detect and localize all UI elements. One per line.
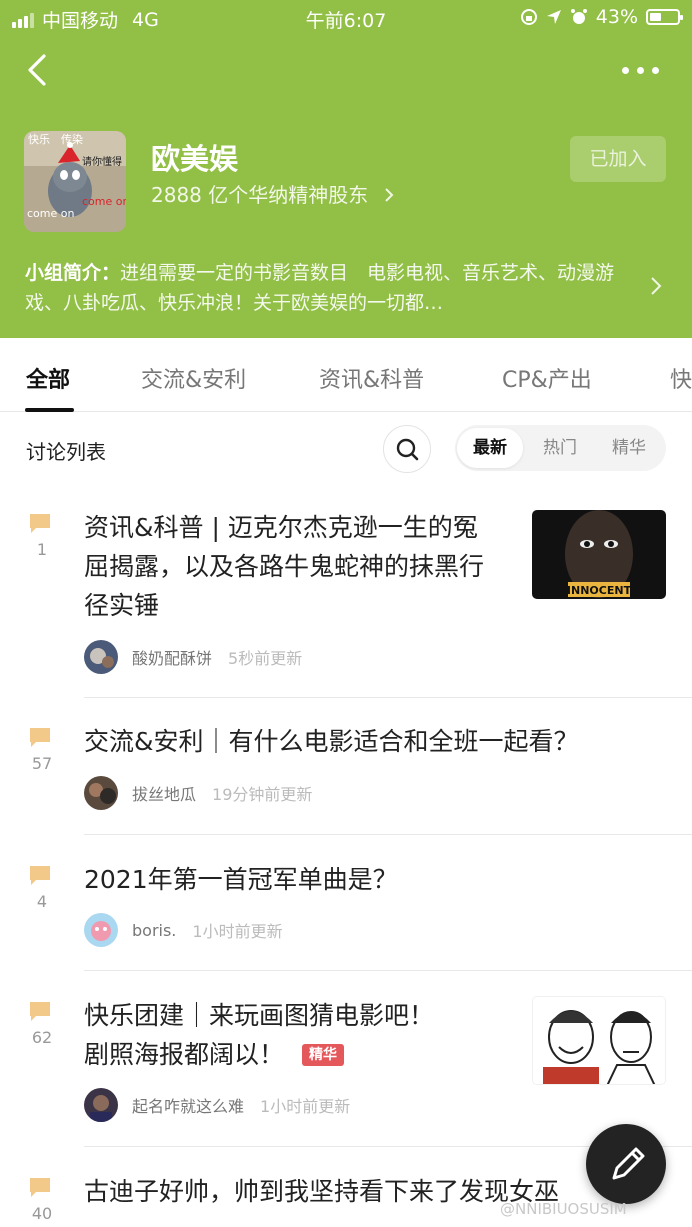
member-count: 2888 亿个华纳精神股东 <box>151 183 369 207</box>
tab-news[interactable]: 资讯&科普 <box>319 362 424 394</box>
chevron-right-icon <box>384 188 394 202</box>
comment-bubble-icon <box>30 728 50 747</box>
more-dots-icon[interactable] <box>622 58 662 82</box>
avatar[interactable] <box>84 640 118 674</box>
location-icon <box>546 10 561 24</box>
battery-icon <box>646 9 683 25</box>
post-title: 交流&安利｜有什么电影适合和全班一起看？ <box>84 727 579 756</box>
post-meta: 酸奶配酥饼 5秒前更新 <box>84 640 302 674</box>
intro-label: 小组简介： <box>25 262 121 284</box>
divider <box>84 834 692 835</box>
avatar-caption-top: 快乐 传染 <box>28 132 83 146</box>
sort-latest[interactable]: 最新 <box>457 428 523 468</box>
compose-button[interactable] <box>586 1124 666 1204</box>
comment-bubble-icon <box>30 1178 50 1197</box>
avatar-caption-bottom: come on <box>27 207 74 220</box>
reply-count: 62 <box>31 1028 53 1047</box>
post-thumbnail: INNOCENT <box>532 510 666 599</box>
comment-bubble-icon <box>30 1002 50 1021</box>
search-icon <box>396 438 419 461</box>
avatar[interactable] <box>84 913 118 947</box>
group-header: 中国移动 4G 午前6:07 43% 快乐 传染 请你懂得 come on co… <box>0 0 692 338</box>
category-tabs: 全部 交流&安利 资讯&科普 CP&产出 快 <box>0 338 692 412</box>
updated-time: 1小时前更新 <box>192 922 283 941</box>
group-avatar[interactable]: 快乐 传染 请你懂得 come on come on <box>24 131 126 232</box>
avatar-caption-red: come on <box>82 195 126 208</box>
post-meta: 拔丝地瓜 19分钟前更新 <box>84 776 312 810</box>
divider <box>84 697 692 698</box>
group-intro[interactable]: 小组简介：进组需要一定的书影音数目 电影电视、音乐艺术、动漫游戏、八卦吃瓜、快乐… <box>25 258 630 318</box>
reply-indicator: 1 <box>28 512 56 559</box>
rotation-lock-icon <box>520 9 537 25</box>
sort-hot[interactable]: 热门 <box>527 425 593 471</box>
thumbnail-text: INNOCENT <box>567 584 632 597</box>
battery-percent: 43% <box>595 6 638 28</box>
joined-button[interactable]: 已加入 <box>570 136 666 182</box>
post-meta: boris. 1小时前更新 <box>84 913 283 947</box>
active-tab-indicator <box>25 408 74 412</box>
avatar-caption-side: 请你懂得 <box>82 155 122 168</box>
updated-time: 19分钟前更新 <box>212 785 313 804</box>
reply-indicator: 4 <box>28 864 56 911</box>
author-name[interactable]: 拔丝地瓜 <box>132 781 196 805</box>
divider <box>84 970 692 971</box>
group-name: 欧美娱 <box>151 142 239 176</box>
back-button[interactable] <box>20 48 60 92</box>
avatar[interactable] <box>84 1088 118 1122</box>
post-title: 资讯&科普 | 迈克尔杰克逊一生的冤 屈揭露，以及各路牛鬼蛇神的抹黑行 径实锤 <box>84 513 485 620</box>
reply-count: 40 <box>31 1204 53 1223</box>
pencil-icon <box>612 1147 645 1180</box>
tab-cp[interactable]: CP&产出 <box>502 362 592 394</box>
reply-indicator: 40 <box>28 1176 56 1223</box>
author-name[interactable]: 起名咋就这么难 <box>132 1093 244 1117</box>
updated-time: 1小时前更新 <box>260 1097 351 1116</box>
tab-happy[interactable]: 快 <box>670 362 692 394</box>
author-name[interactable]: 酸奶配酥饼 <box>132 645 212 669</box>
member-count-link[interactable]: 2888 亿个华纳精神股东 <box>151 179 395 208</box>
alarm-icon <box>570 9 587 24</box>
tab-exchange[interactable]: 交流&安利 <box>141 362 246 394</box>
sort-featured[interactable]: 精华 <box>596 425 662 471</box>
discussion-list-title: 讨论列表 <box>26 440 106 464</box>
search-button[interactable] <box>383 425 431 473</box>
tab-all[interactable]: 全部 <box>26 362 70 394</box>
post-title: 2021年第一首冠军单曲是？ <box>84 865 398 894</box>
updated-time: 5秒前更新 <box>228 649 303 668</box>
reply-count: 4 <box>36 892 48 911</box>
author-name[interactable]: boris. <box>132 921 176 940</box>
chevron-right-icon[interactable] <box>648 275 664 297</box>
watermark: @NNIBIUOSUSIM <box>500 1200 627 1218</box>
reply-indicator: 57 <box>28 726 56 773</box>
post-title: 快乐团建｜来玩画图猜电影吧！ 剧照海报都阔以！ 精华 <box>84 1001 435 1069</box>
reply-count: 1 <box>36 540 48 559</box>
comment-bubble-icon <box>30 866 50 885</box>
comment-bubble-icon <box>30 514 50 533</box>
avatar[interactable] <box>84 776 118 810</box>
featured-badge: 精华 <box>302 1044 345 1066</box>
status-bar: 中国移动 4G 午前6:07 43% <box>0 0 692 36</box>
reply-count: 57 <box>31 754 53 773</box>
sort-switch: 最新 热门 精华 <box>455 425 666 471</box>
post-thumbnail <box>532 996 666 1085</box>
post-title: 古迪子好帅，帅到我坚持看下来了发现女巫 <box>84 1177 560 1206</box>
post-meta: 起名咋就这么难 1小时前更新 <box>84 1088 350 1122</box>
reply-indicator: 62 <box>28 1000 56 1047</box>
